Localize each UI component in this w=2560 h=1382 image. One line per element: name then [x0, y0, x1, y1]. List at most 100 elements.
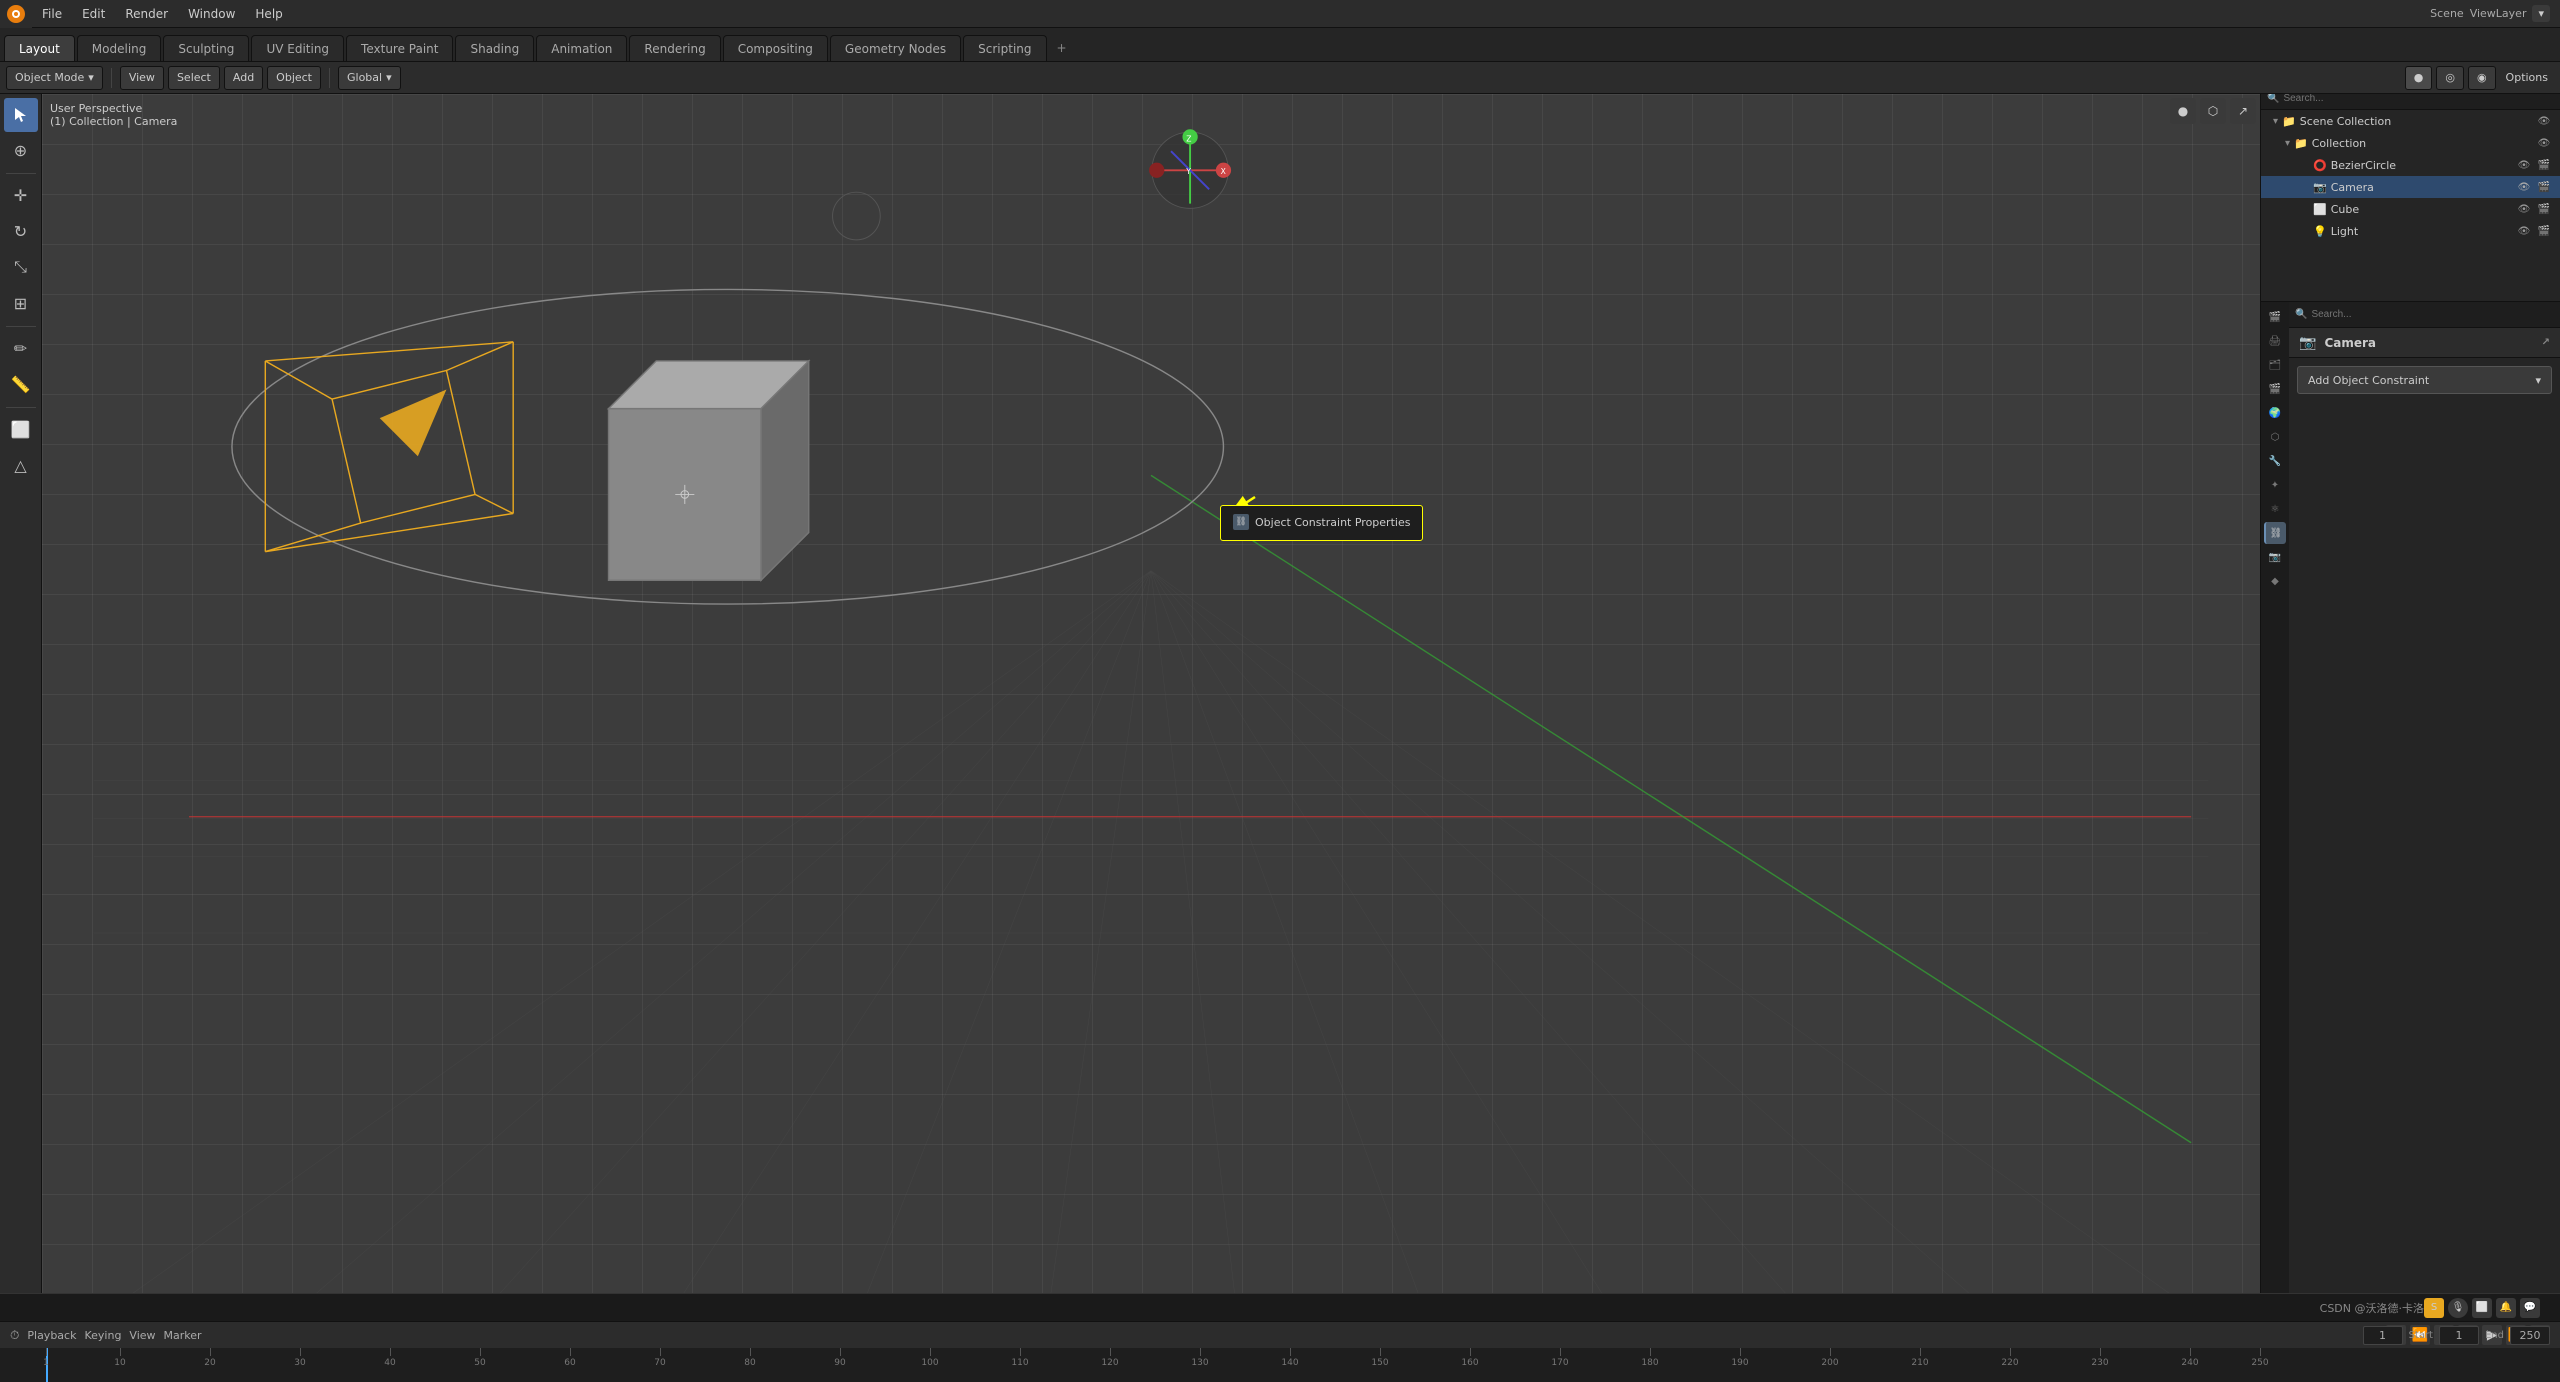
props-tab-constraints[interactable]: ⛓ [2264, 522, 2286, 544]
scene-collection-vis-icon[interactable]: 👁 [2536, 113, 2552, 129]
tick-40: 40 [390, 1348, 391, 1356]
marker-label[interactable]: Marker [164, 1329, 202, 1342]
transform-tool[interactable]: ⊞ [4, 287, 38, 321]
tab-shading[interactable]: Shading [455, 35, 534, 61]
scale-tool[interactable]: ⤡ [4, 251, 38, 285]
viewport-shading-solid-icon[interactable]: ● [2170, 98, 2196, 124]
props-search-icon: 🔍 [2295, 309, 2307, 320]
outliner-item-light[interactable]: 💡 Light 👁 🎬 [2261, 220, 2560, 242]
outliner-item-bezier[interactable]: ⭕ BezierCircle 👁 🎬 [2261, 154, 2560, 176]
collection-vis-icon[interactable]: 👁 [2536, 135, 2552, 151]
menu-edit[interactable]: Edit [72, 0, 115, 27]
props-camera-header: 📷 Camera ↗ [2289, 328, 2560, 358]
props-tab-object[interactable]: ⬡ [2264, 426, 2286, 448]
timeline-view-label[interactable]: View [129, 1329, 155, 1342]
tab-rendering[interactable]: Rendering [629, 35, 720, 61]
props-tab-view-layer[interactable]: 🗂 [2264, 354, 2286, 376]
rotate-tool[interactable]: ↻ [4, 215, 38, 249]
tick-10: 10 [120, 1348, 121, 1356]
tab-layout[interactable]: Layout [4, 35, 75, 61]
scene-collection-icon: 📁 [2282, 115, 2296, 128]
tab-modeling[interactable]: Modeling [77, 35, 162, 61]
engine-selector[interactable]: ▾ [2532, 5, 2550, 22]
light-render-icon[interactable]: 🎬 [2536, 223, 2552, 239]
props-tab-scene[interactable]: 🎬 [2264, 378, 2286, 400]
select-menu[interactable]: Select [168, 66, 220, 90]
viewport-scene: Y X Z [42, 94, 2260, 1321]
outliner-item-collection[interactable]: ▾ 📁 Collection 👁 [2261, 132, 2560, 154]
collection-icon: 📁 [2294, 137, 2308, 150]
outliner-item-scene-collection[interactable]: ▾ 📁 Scene Collection 👁 [2261, 110, 2560, 132]
bezier-render-icon[interactable]: 🎬 [2536, 157, 2552, 173]
menu-file[interactable]: File [32, 0, 72, 27]
mode-selector[interactable]: Object Mode ▾ [6, 66, 103, 90]
tab-texture-paint[interactable]: Texture Paint [346, 35, 453, 61]
measure-tool[interactable]: 📏 [4, 368, 38, 402]
viewport-shading-render[interactable]: ◉ [2468, 66, 2496, 90]
add-workspace-button[interactable]: + [1049, 35, 1075, 61]
props-search-input[interactable] [2311, 309, 2554, 320]
camera-render-icon[interactable]: 🎬 [2536, 179, 2552, 195]
tab-compositing[interactable]: Compositing [723, 35, 828, 61]
object-menu[interactable]: Object [267, 66, 321, 90]
outliner-search-input[interactable] [2283, 93, 2554, 104]
blender-logo[interactable] [0, 0, 32, 28]
annotate-tool[interactable]: ✏ [4, 332, 38, 366]
tick-240: 240 [2190, 1348, 2191, 1356]
viewport[interactable]: Y X Z User Perspective (1) Collection | … [42, 94, 2260, 1321]
tab-sculpting[interactable]: Sculpting [163, 35, 249, 61]
current-frame[interactable]: 1 [2363, 1326, 2403, 1345]
menu-help[interactable]: Help [245, 0, 292, 27]
viewport-shading-material[interactable]: ◎ [2436, 66, 2464, 90]
tick-30: 30 [300, 1348, 301, 1356]
props-tab-output[interactable]: 🖨 [2264, 330, 2286, 352]
keying-label[interactable]: Keying [84, 1329, 121, 1342]
cube-vis-icon[interactable]: 👁 [2516, 201, 2532, 217]
bezier-vis-icon[interactable]: 👁 [2516, 157, 2532, 173]
cursor-tool[interactable]: ⊕ [4, 134, 38, 168]
view-menu[interactable]: View [120, 66, 164, 90]
add-cone-tool[interactable]: △ [4, 449, 38, 483]
add-constraint-button[interactable]: Add Object Constraint ▾ [2297, 366, 2552, 394]
props-tab-material[interactable]: ◆ [2264, 570, 2286, 592]
cube-icon: ⬜ [2313, 203, 2327, 216]
tab-geometry-nodes[interactable]: Geometry Nodes [830, 35, 961, 61]
camera-vis-icon[interactable]: 👁 [2516, 179, 2532, 195]
tick-250: 250 [2260, 1348, 2261, 1356]
start-frame[interactable]: 1 [2439, 1326, 2479, 1345]
move-tool[interactable]: ✛ [4, 179, 38, 213]
viewport-overlay-icon[interactable]: ⬡ [2200, 98, 2226, 124]
tab-animation[interactable]: Animation [536, 35, 627, 61]
light-label: Light [2331, 225, 2358, 238]
cube-render-icon[interactable]: 🎬 [2536, 201, 2552, 217]
timeline-icon: ⏱ [10, 1328, 19, 1343]
viewport-shading-solid[interactable]: ● [2405, 66, 2433, 90]
props-tab-physics[interactable]: ⚛ [2264, 498, 2286, 520]
add-menu[interactable]: Add [224, 66, 263, 90]
add-cube-tool[interactable]: ⬜ [4, 413, 38, 447]
select-tool[interactable] [4, 98, 38, 132]
props-tab-modifier[interactable]: 🔧 [2264, 450, 2286, 472]
menu-window[interactable]: Window [178, 0, 245, 27]
outliner-item-camera[interactable]: 📷 Camera 👁 🎬 [2261, 176, 2560, 198]
options-label[interactable]: Options [2500, 71, 2554, 84]
playback-label[interactable]: Playback [27, 1329, 76, 1342]
tick-180: 180 [1650, 1348, 1651, 1356]
tab-scripting[interactable]: Scripting [963, 35, 1046, 61]
props-tab-world[interactable]: 🌍 [2264, 402, 2286, 424]
timeline-ruler[interactable]: // Timeline ticks 1 10 20 30 40 50 60 70… [0, 1348, 2560, 1382]
props-tab-object-data[interactable]: 📷 [2264, 546, 2286, 568]
tick-200: 200 [1830, 1348, 1831, 1356]
props-external-link-icon[interactable]: ↗ [2542, 337, 2550, 348]
tab-uv-editing[interactable]: UV Editing [251, 35, 344, 61]
light-vis-icon[interactable]: 👁 [2516, 223, 2532, 239]
menu-render[interactable]: Render [115, 0, 178, 27]
viewport-overlay-icons: ● ⬡ ↗ [2170, 98, 2256, 124]
transform-selector[interactable]: Global ▾ [338, 66, 401, 90]
props-tab-render[interactable]: 🎬 [2264, 306, 2286, 328]
end-frame[interactable]: 250 [2510, 1326, 2550, 1345]
props-tab-particles[interactable]: ✦ [2264, 474, 2286, 496]
viewport-gizmo-icon[interactable]: ↗ [2230, 98, 2256, 124]
outliner-item-cube[interactable]: ⬜ Cube 👁 🎬 [2261, 198, 2560, 220]
tick-110: 110 [1020, 1348, 1021, 1356]
